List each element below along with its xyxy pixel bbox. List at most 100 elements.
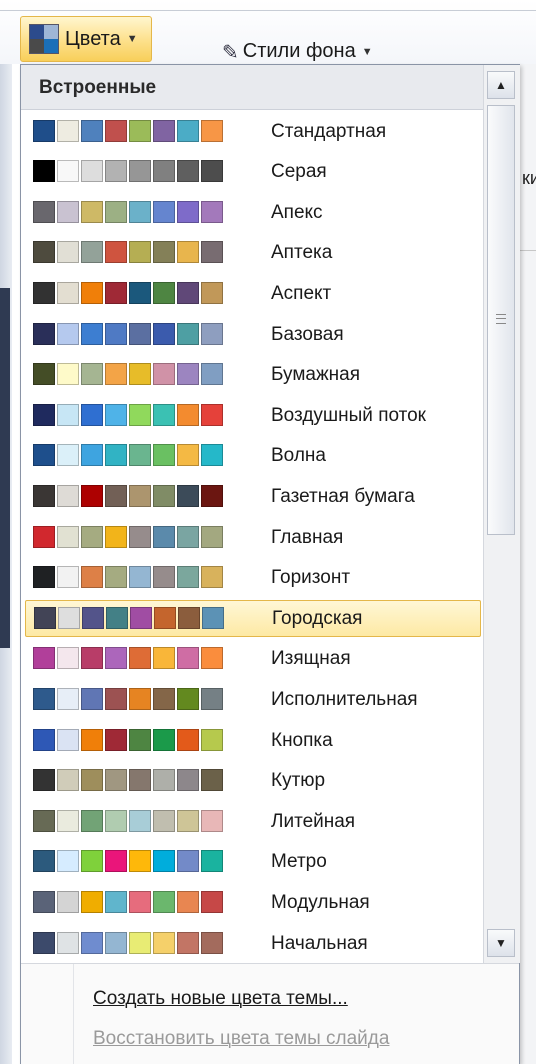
color-swatch [153,931,175,954]
scroll-thumb[interactable] [487,105,515,535]
color-swatch [57,809,79,832]
color-swatch [33,363,55,386]
color-swatch [57,403,79,426]
background-styles-button[interactable]: ✎ Стили фона ▼ [222,40,373,66]
color-swatch [57,566,79,589]
paint-bucket-icon: ✎ [222,42,239,64]
color-swatch [105,119,127,142]
theme-name: Апекс [271,201,323,223]
color-swatch [105,809,127,832]
color-swatch [153,809,175,832]
theme-color-item[interactable]: Горизонт [25,560,481,597]
theme-color-item[interactable]: Изящная [25,641,481,678]
theme-name: Бумажная [271,364,361,386]
color-swatch [177,281,199,304]
theme-name: Исполнительная [271,688,418,710]
color-swatch [201,809,223,832]
color-swatch [153,566,175,589]
color-swatch [201,322,223,345]
theme-color-item[interactable]: Серая [25,154,481,191]
color-swatch [105,931,127,954]
theme-color-item[interactable]: Городская [25,600,481,638]
color-swatch [201,484,223,507]
color-swatch [201,200,223,223]
theme-color-item[interactable]: Бумажная [25,357,481,394]
color-swatch [33,322,55,345]
theme-name: Аспект [271,282,332,304]
colors-dropdown-button[interactable]: Цвета ▼ [20,16,152,62]
color-swatch [33,647,55,670]
theme-color-item[interactable]: Главная [25,519,481,556]
color-swatch [57,647,79,670]
theme-color-item[interactable]: Базовая [25,316,481,353]
color-swatch [129,200,151,223]
color-swatch-strip [33,890,225,915]
color-swatch [57,281,79,304]
theme-color-item[interactable]: Кутюр [25,763,481,800]
color-swatch [129,525,151,548]
color-swatch [33,403,55,426]
theme-name: Серая [271,161,327,183]
color-swatch [129,931,151,954]
scroll-down-arrow-icon[interactable]: ▼ [487,929,515,957]
color-swatch [153,647,175,670]
theme-color-item[interactable]: Газетная бумага [25,478,481,515]
color-swatch [153,890,175,913]
background-styles-label: Стили фона [242,40,356,62]
clipped-ribbon-text: ки [522,168,536,188]
theme-color-item[interactable]: Апекс [25,194,481,231]
ribbon-right-edge: ки [520,64,536,1064]
color-swatch [177,809,199,832]
create-theme-colors-item[interactable]: Создать новые цвета темы... [93,988,348,1010]
color-swatch [201,931,223,954]
color-swatch [81,484,103,507]
vertical-scrollbar[interactable]: ▲ ▼ [483,65,520,963]
color-swatch [201,566,223,589]
theme-color-item[interactable]: Начальная [25,925,481,962]
theme-color-item[interactable]: Воздушный поток [25,397,481,434]
theme-color-item[interactable]: Кнопка [25,722,481,759]
color-swatch [34,606,56,629]
color-swatch [177,160,199,183]
theme-color-item[interactable]: Модульная [25,884,481,921]
color-swatch [177,850,199,873]
color-swatch [201,363,223,386]
color-swatch [105,850,127,873]
theme-color-item[interactable]: Исполнительная [25,681,481,718]
color-swatch [177,241,199,264]
color-swatch [57,769,79,792]
theme-color-item[interactable]: Волна [25,438,481,475]
theme-color-item[interactable]: Аспект [25,275,481,312]
color-swatch [57,687,79,710]
color-swatch [81,241,103,264]
color-swatch-strip [33,809,225,834]
theme-name: Стандартная [271,120,387,142]
color-swatch [33,200,55,223]
color-swatch [153,728,175,751]
scroll-up-arrow-icon[interactable]: ▲ [487,71,515,99]
theme-color-item[interactable]: Стандартная [25,113,481,150]
theme-name: Кнопка [271,729,333,751]
color-swatch [57,890,79,913]
color-swatch [177,525,199,548]
color-swatch [153,322,175,345]
color-swatch [201,687,223,710]
color-swatch [177,566,199,589]
theme-name: Воздушный поток [271,404,426,426]
color-swatch [81,647,103,670]
color-swatch [58,606,80,629]
theme-name: Кутюр [271,770,326,792]
color-swatch-strip [33,444,225,468]
color-swatch [57,322,79,345]
theme-color-item[interactable]: Аптека [25,235,481,272]
color-swatch [81,363,103,386]
theme-color-item[interactable]: Метро [25,844,481,881]
theme-color-item[interactable]: Литейная [25,803,481,840]
color-swatch [105,647,127,670]
color-swatch [129,403,151,426]
color-swatch [33,241,55,264]
color-swatch [57,200,79,223]
color-swatch [81,403,103,426]
section-header-label: Встроенные [39,77,157,98]
restore-theme-colors-item[interactable]: Восстановить цвета темы слайда [93,1028,389,1050]
